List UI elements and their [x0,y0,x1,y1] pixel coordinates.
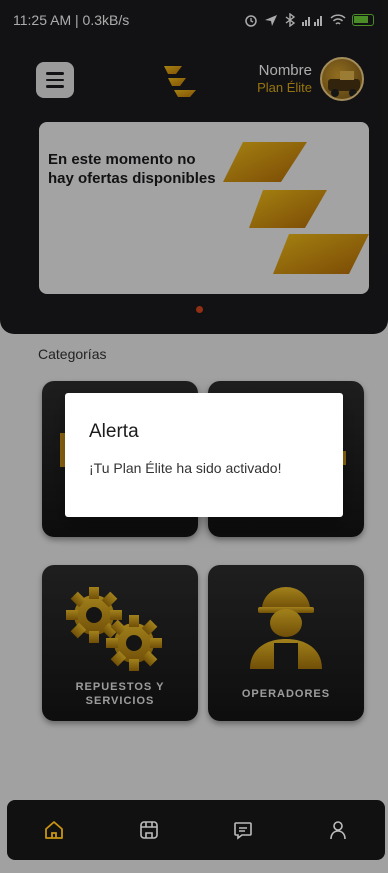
user-name: Nombre [258,62,312,79]
dialog-title: Alerta [89,421,139,442]
nav-store[interactable] [129,810,169,850]
user-profile[interactable]: Nombre Plan Élite [257,57,364,101]
location-icon [265,15,277,26]
worker-icon [250,587,322,669]
banner-logo-graphic [223,142,369,274]
battery-icon [352,14,374,26]
category-label: OPERADORES [241,688,331,700]
offers-banner[interactable]: En este momento no hay ofertas disponibl… [39,122,369,294]
alert-dialog: Alerta ¡Tu Plan Élite ha sido activado! [65,393,343,517]
nav-chat[interactable] [223,810,263,850]
bluetooth-icon [285,13,296,27]
category-card-operadores[interactable]: OPERADORES [208,565,364,721]
category-card-repuestos[interactable]: REPUESTOS Y SERVICIOS [42,565,198,721]
status-icons [244,13,374,27]
user-plan: Plan Élite [257,80,312,95]
home-icon [45,821,64,839]
dialog-message: ¡Tu Plan Élite ha sido activado! [89,460,282,476]
hamburger-icon [46,72,64,75]
categories-title: Categorías [38,346,107,362]
wifi-icon [330,14,346,25]
gears-icon [66,587,162,671]
nav-profile[interactable] [318,810,358,850]
avatar [320,57,364,101]
profile-icon [329,821,346,840]
alarm-icon [245,15,257,27]
bottom-navigation [7,800,385,860]
nav-home[interactable] [34,810,74,850]
carousel-indicator[interactable] [196,306,203,313]
status-bar: 11:25 AM | 0.3kB/s [0,0,388,40]
status-time: 11:25 AM | 0.3kB/s [13,12,130,28]
app-logo [164,66,196,97]
signal-icon [302,16,322,26]
banner-text: En este momento no hay ofertas disponibl… [48,151,216,187]
category-label: REPUESTOS Y SERVICIOS [75,681,165,707]
menu-button[interactable] [36,62,74,98]
chat-icon [234,822,253,840]
header-area: 11:25 AM | 0.3kB/s Nombre Plan Élite En … [0,0,388,334]
store-icon [139,821,158,839]
